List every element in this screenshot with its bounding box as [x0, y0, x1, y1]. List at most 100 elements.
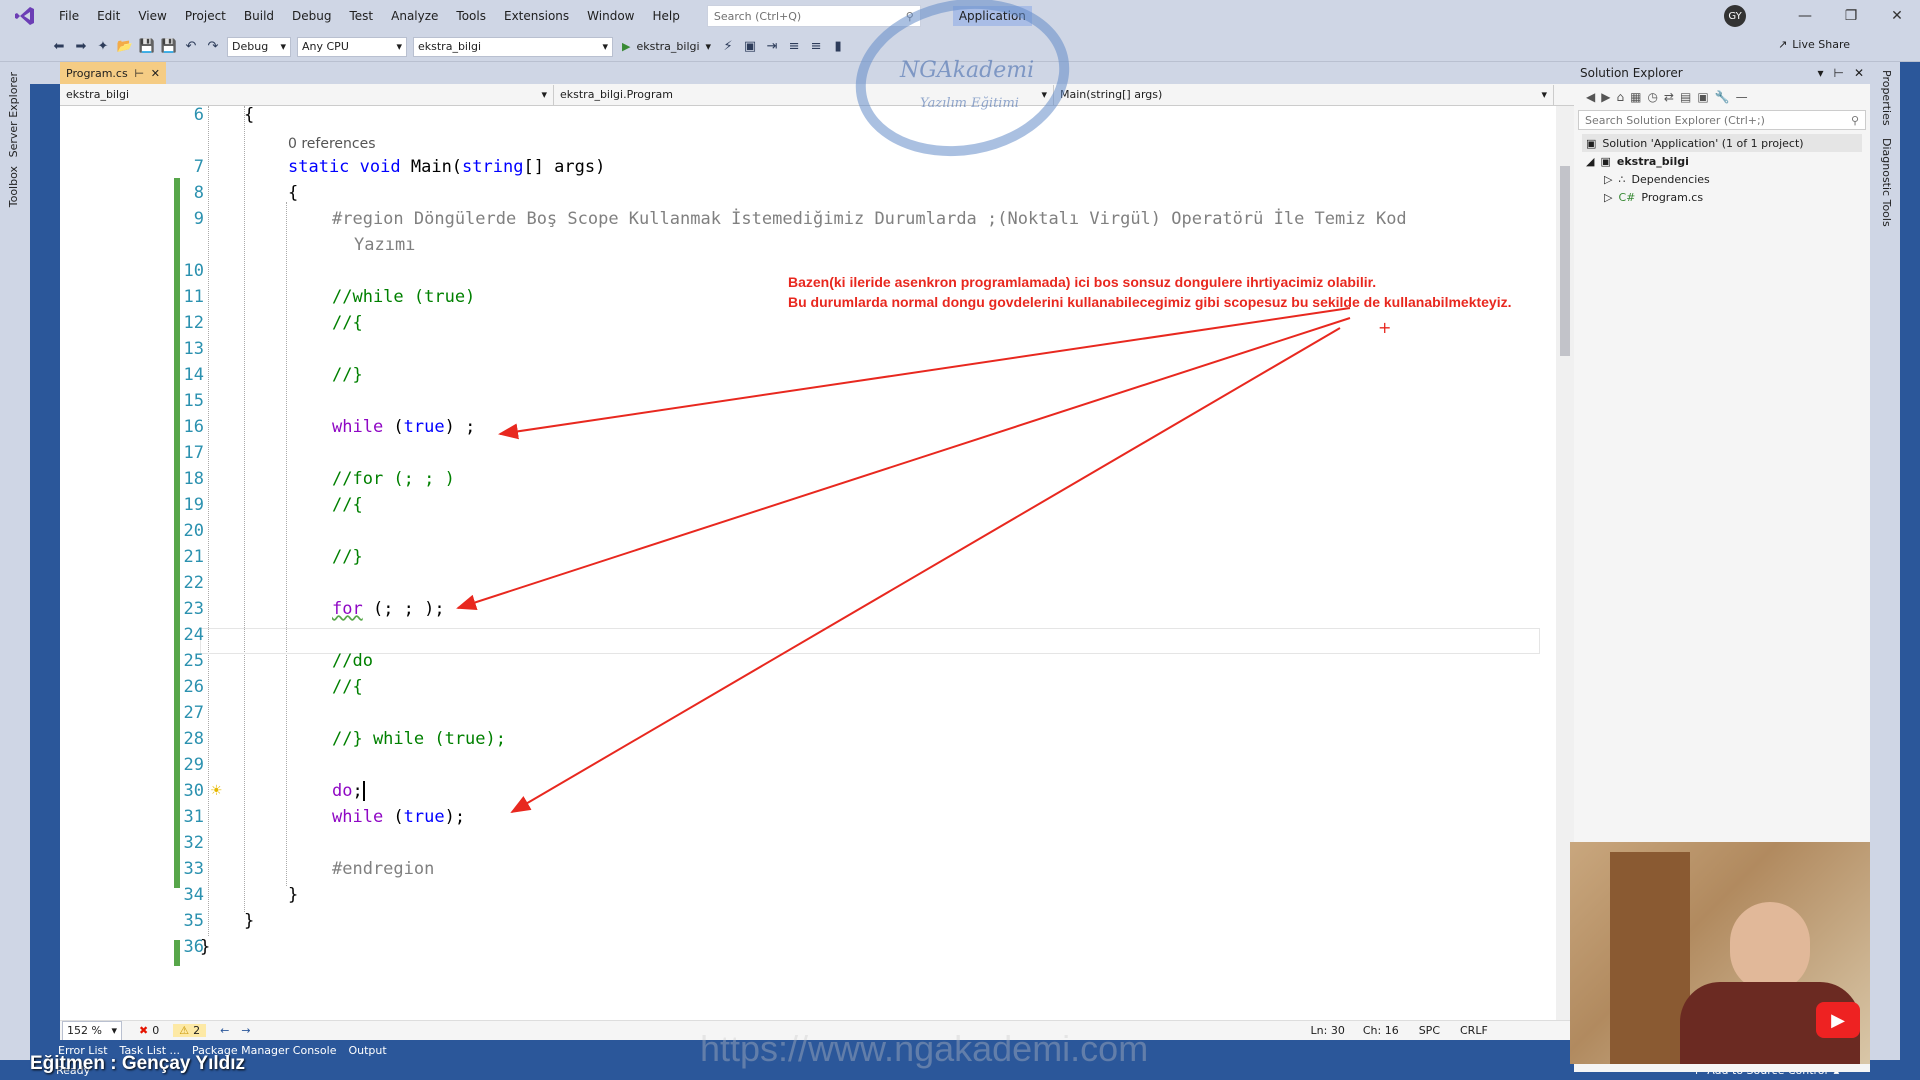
line-ending-indicator[interactable]: CRLF [1460, 1024, 1488, 1037]
zoom-value: 152 % [67, 1024, 102, 1037]
bookmark-icon[interactable]: ▮ [827, 36, 849, 58]
chevron-down-icon: ▾ [705, 40, 712, 53]
collapsed-icon: ▷ [1604, 190, 1613, 204]
instructor-caption: Eğitmen : Gençay Yıldız [30, 1053, 246, 1074]
collapse-all-icon[interactable]: ▤ [1680, 90, 1691, 104]
menu-build[interactable]: Build [235, 9, 283, 23]
menu-debug[interactable]: Debug [283, 9, 340, 23]
bookshelf [1610, 852, 1690, 1064]
expanded-icon: ◢ [1586, 154, 1595, 168]
close-icon[interactable]: ✕ [1854, 66, 1864, 80]
menu-extensions[interactable]: Extensions [495, 9, 578, 23]
menu-test[interactable]: Test [340, 9, 382, 23]
error-count[interactable]: ✖ 0 [139, 1024, 159, 1037]
vs-logo-icon[interactable] [0, 0, 50, 32]
menu-project[interactable]: Project [176, 9, 235, 23]
step-icon[interactable]: ⇥ [761, 36, 783, 58]
project-nav-value: ekstra_bilgi [66, 88, 130, 101]
restore-icon[interactable]: ❐ [1828, 8, 1874, 24]
platform-dropdown[interactable]: Any CPU ▾ [297, 36, 407, 57]
menu-file[interactable]: File [50, 9, 88, 23]
error-count-value: 0 [152, 1024, 160, 1037]
show-all-files-icon[interactable]: ▣ [1697, 90, 1708, 104]
search-placeholder: Search (Ctrl+Q) [713, 9, 802, 23]
redo-icon[interactable]: ↷ [202, 36, 224, 58]
properties-tab[interactable]: Properties [1880, 70, 1893, 126]
forward-icon[interactable]: ▶ [1601, 90, 1610, 104]
tab-program-cs[interactable]: Program.cs ⊢ ✕ [60, 62, 166, 84]
run-label: ekstra_bilgi [636, 40, 700, 53]
solution-explorer-toolbar: ◀ ▶ ⌂ ▦ ◷ ⇄ ▤ ▣ 🔧 — [1574, 84, 1870, 110]
save-all-icon[interactable]: 💾 [158, 36, 180, 58]
tree-program-cs[interactable]: ▷ C# Program.cs [1582, 188, 1862, 206]
member-nav-dropdown[interactable]: Main(string[] args) ▾ [1054, 84, 1554, 105]
dependencies-icon: ∴ [1618, 172, 1626, 186]
startup-project-dropdown[interactable]: ekstra_bilgi ▾ [413, 36, 613, 57]
switch-views-icon[interactable]: ▦ [1630, 90, 1641, 104]
chevron-down-icon: ▾ [1541, 88, 1547, 101]
nav-back-icon[interactable]: ← [220, 1024, 229, 1037]
chevron-down-icon: ▾ [111, 1024, 117, 1037]
config-value: Debug [232, 40, 269, 53]
chevron-down-icon[interactable]: ▾ [1817, 66, 1823, 80]
tree-dependencies[interactable]: ▷ ∴ Dependencies [1582, 170, 1862, 188]
avatar[interactable]: GY [1724, 5, 1746, 27]
tree-project[interactable]: ◢ ▣ ekstra_bilgi [1582, 152, 1862, 170]
project-value: ekstra_bilgi [418, 40, 482, 53]
open-icon[interactable]: 📂 [114, 36, 136, 58]
menu-tools[interactable]: Tools [447, 9, 495, 23]
forward-icon[interactable]: ➡ [70, 36, 92, 58]
close-icon[interactable]: ✕ [151, 67, 160, 80]
preview-icon[interactable]: — [1736, 90, 1748, 104]
menu-view[interactable]: View [129, 9, 175, 23]
line-indicator: Ln: 30 [1310, 1024, 1345, 1037]
tree-label: Program.cs [1641, 190, 1704, 204]
project-nav-dropdown[interactable]: ekstra_bilgi ▾ [60, 84, 554, 105]
solution-explorer-search[interactable]: Search Solution Explorer (Ctrl+;) ⚲ [1578, 110, 1866, 130]
zoom-dropdown[interactable]: 152 % ▾ [62, 1020, 122, 1041]
live-share-label: Live Share [1792, 38, 1850, 51]
hot-reload-icon[interactable]: ⚡ [717, 36, 739, 58]
error-icon: ✖ [139, 1024, 149, 1037]
global-search-input[interactable]: Search (Ctrl+Q) ⚲ [706, 5, 921, 27]
webcam-video: ▶ [1570, 842, 1870, 1064]
watermark-logo-text: NGAkademi [900, 58, 1035, 83]
close-icon[interactable]: ✕ [1874, 8, 1920, 24]
pin-icon[interactable]: ⊢ [134, 67, 144, 80]
live-share-button[interactable]: ↗ Live Share [1778, 38, 1850, 51]
pin-icon[interactable]: ⊢ [1833, 66, 1843, 80]
back-icon[interactable]: ⬅ [48, 36, 70, 58]
chevron-down-icon: ▾ [396, 40, 402, 53]
whitespace-indicator[interactable]: SPC [1419, 1024, 1440, 1037]
sync-icon[interactable]: ⇄ [1664, 90, 1674, 104]
config-dropdown[interactable]: Debug ▾ [227, 36, 291, 57]
home-icon[interactable]: ⌂ [1616, 90, 1624, 104]
comment-icon[interactable]: ≡ [783, 36, 805, 58]
menu-edit[interactable]: Edit [88, 9, 129, 23]
tab-output[interactable]: Output [348, 1044, 386, 1057]
code-editor[interactable]: 0 references 6{ 7 static void Main(string… [60, 106, 1556, 1020]
history-icon[interactable]: ◷ [1647, 90, 1657, 104]
properties-icon[interactable]: 🔧 [1715, 90, 1730, 104]
undo-icon[interactable]: ↶ [180, 36, 202, 58]
diagnostic-tools-tab[interactable]: Diagnostic Tools [1880, 138, 1893, 227]
menu-analyze[interactable]: Analyze [382, 9, 447, 23]
toolbox-tab[interactable]: Toolbox [7, 166, 20, 207]
tree-solution[interactable]: ▣ Solution 'Application' (1 of 1 project) [1582, 134, 1862, 152]
chevron-down-icon: ▾ [541, 88, 547, 101]
warning-count[interactable]: ⚠ 2 [173, 1024, 207, 1037]
uncomment-icon[interactable]: ≡ [805, 36, 827, 58]
menu-window[interactable]: Window [578, 9, 643, 23]
save-icon[interactable]: 💾 [136, 36, 158, 58]
back-icon[interactable]: ◀ [1586, 90, 1595, 104]
server-explorer-tab[interactable]: Server Explorer [7, 72, 20, 157]
nav-forward-icon[interactable]: → [241, 1024, 250, 1037]
run-button[interactable]: ▶ ekstra_bilgi ▾ [616, 40, 717, 53]
menu-help[interactable]: Help [643, 9, 688, 23]
minimize-icon[interactable]: — [1782, 8, 1828, 24]
solution-explorer-header: Solution Explorer ▾ ⊢ ✕ [1574, 62, 1870, 84]
new-project-icon[interactable]: ✦ [92, 36, 114, 58]
browser-icon[interactable]: ▣ [739, 36, 761, 58]
arrow-to-do-while [510, 327, 1341, 814]
scrollbar-thumb[interactable] [1560, 166, 1570, 356]
